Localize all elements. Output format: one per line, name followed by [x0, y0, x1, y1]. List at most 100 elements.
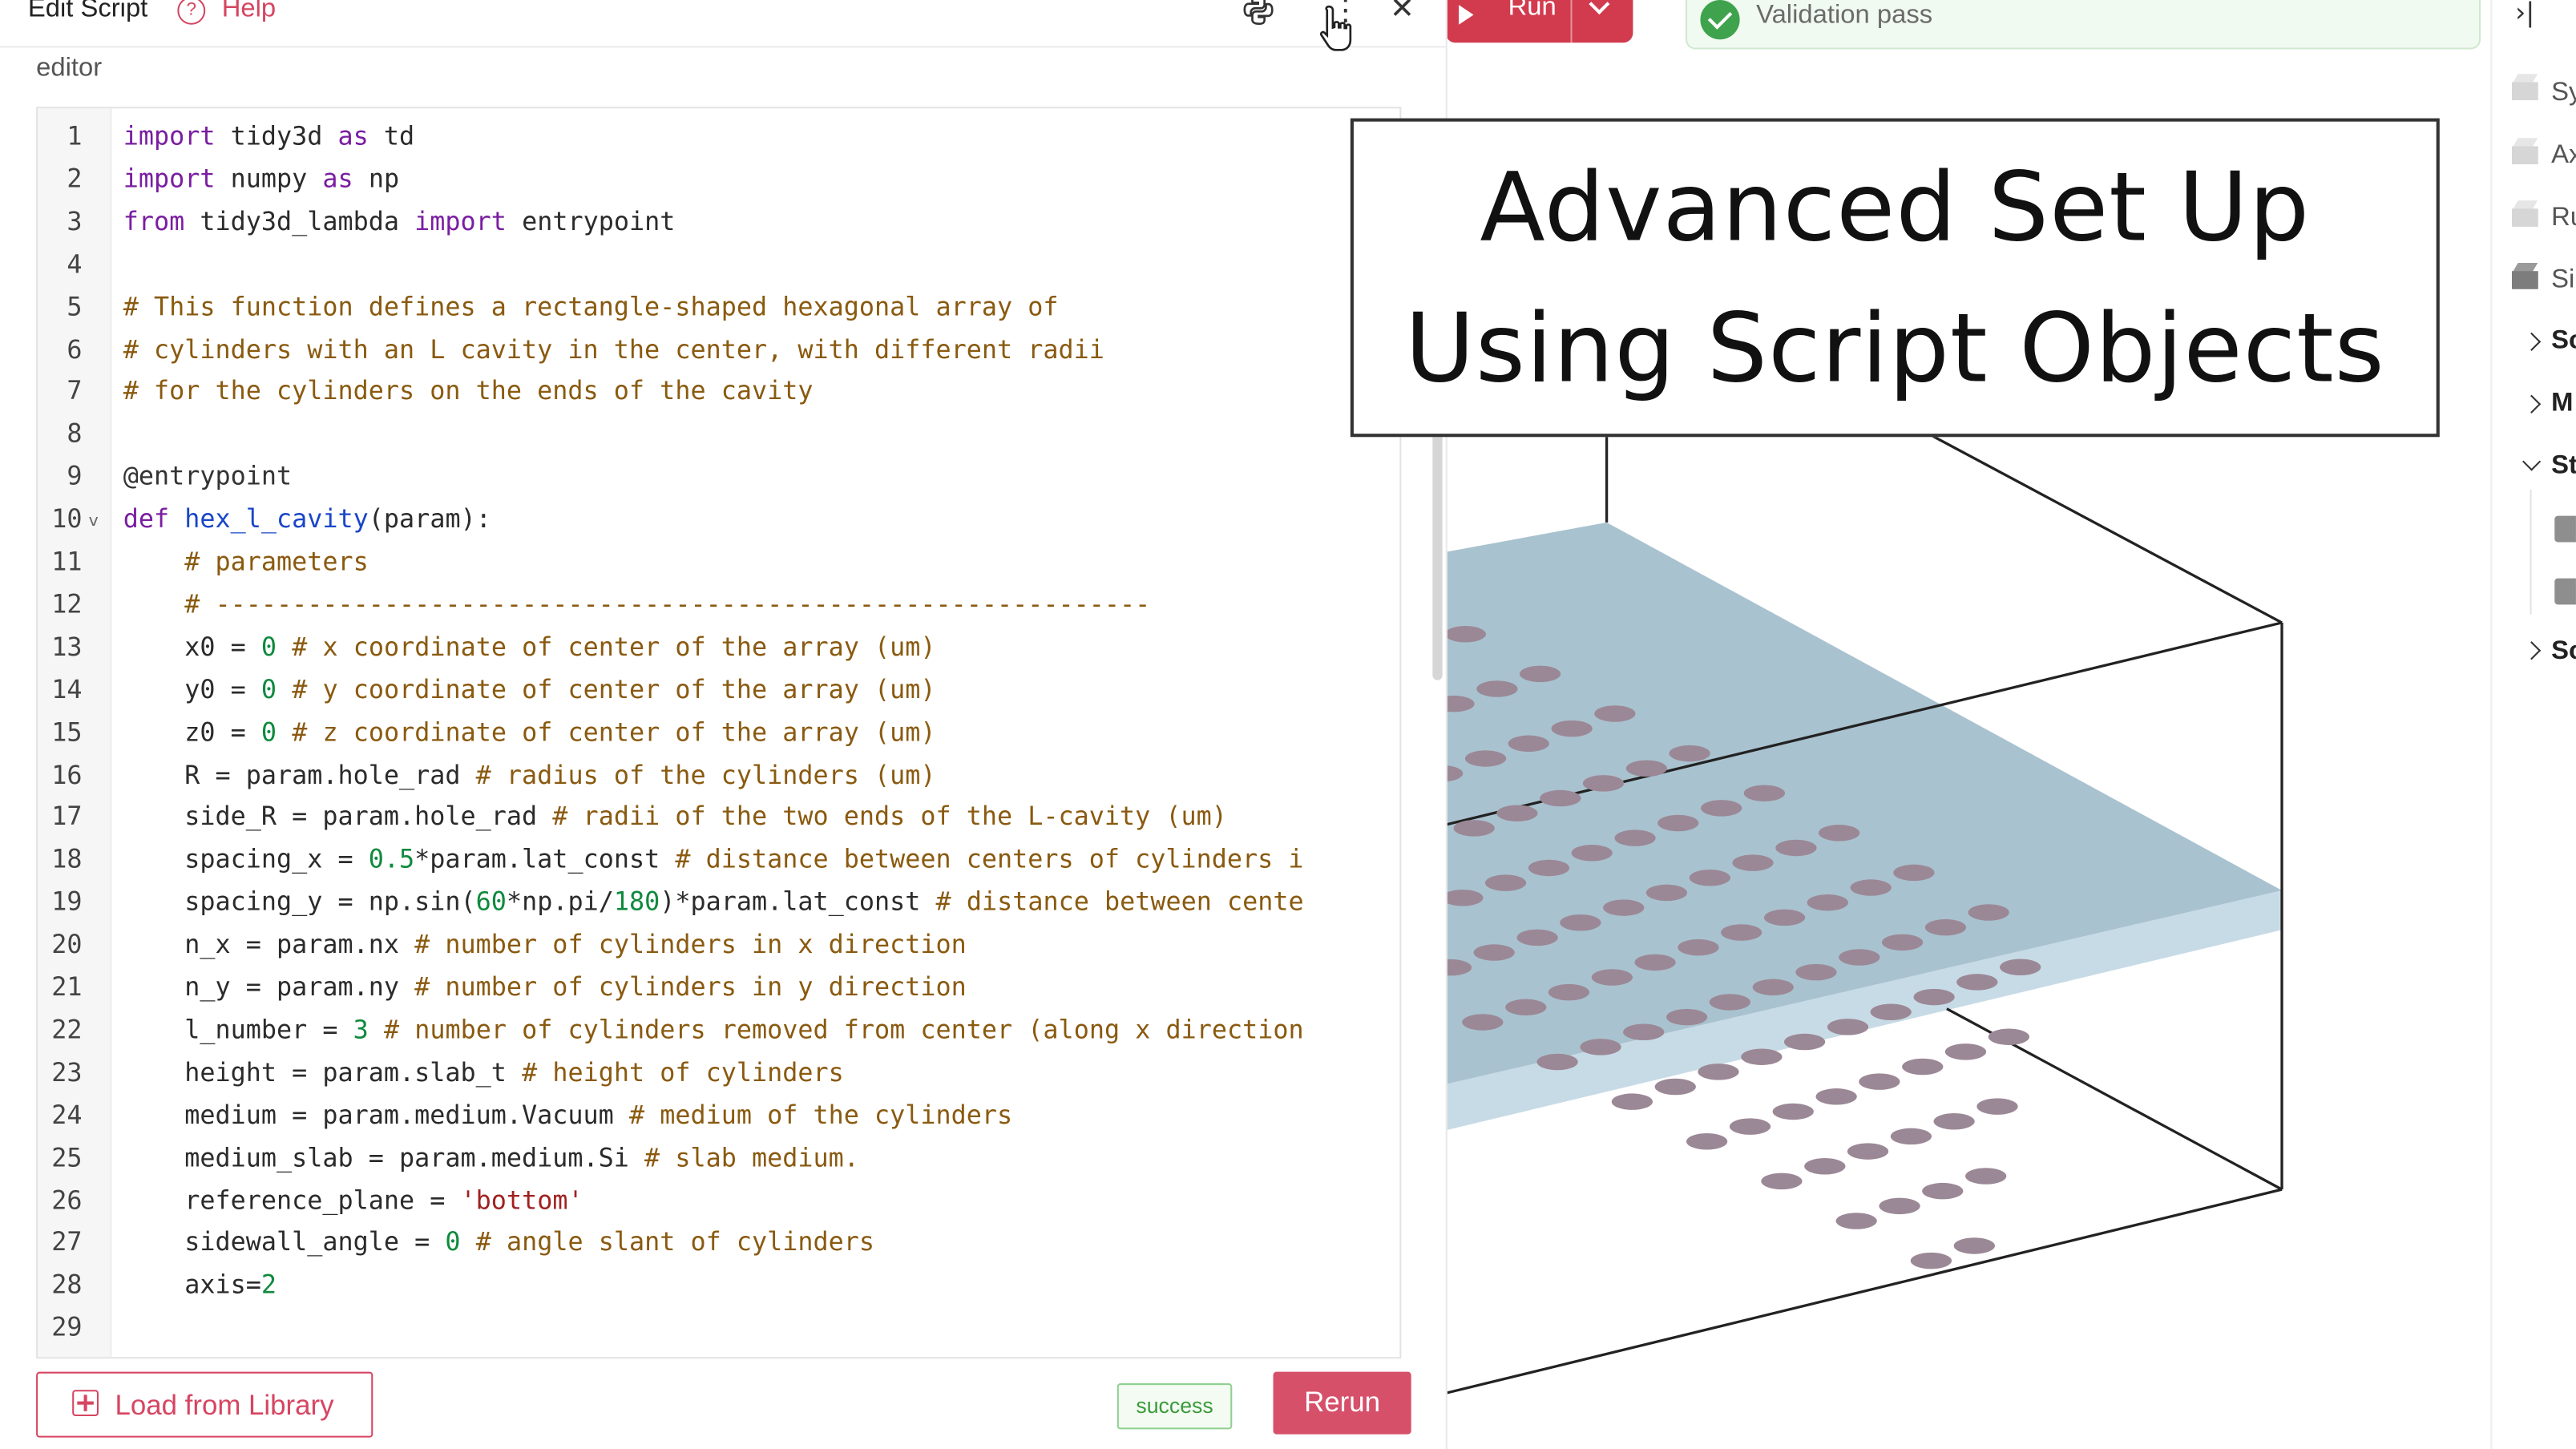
cylinder-hole [1571, 845, 1613, 862]
line-number: 20 [51, 930, 83, 960]
close-icon[interactable]: ✕ [1390, 0, 1415, 26]
code-line[interactable]: medium_slab = param.medium.Si # slab med… [123, 1136, 859, 1179]
code-line[interactable]: height = param.slab_t # height of cylind… [123, 1051, 844, 1094]
cylinder-hole [1881, 934, 1924, 951]
chevron-right-icon[interactable] [2521, 394, 2542, 414]
cylinder-hole [1953, 1237, 1995, 1254]
app-window: Run Validation pass ›| Sy Ax Ru Si Sc M … [0, 0, 2576, 1449]
rerun-button[interactable]: Rerun [1273, 1371, 1411, 1435]
tree-item-ru[interactable]: Ru [2551, 204, 2576, 233]
cube-icon[interactable] [2554, 578, 2576, 605]
code-line[interactable]: @entrypoint [123, 455, 292, 498]
code-line[interactable]: # for the cylinders on the ends of the c… [123, 370, 814, 413]
cylinder-hole [1807, 894, 1848, 911]
code-editor[interactable]: 1 2 3 4 5 6 7 8 9 10 v 11 12 13 14 15 16 17 18 19 20 21 22 23 24… [36, 107, 1402, 1359]
code-line[interactable]: z0 = 0 # z coordinate of center of the a… [123, 711, 935, 753]
cube-icon [2511, 74, 2538, 101]
code-token: *param.lat_const [414, 845, 676, 875]
code-token: # radius of the cylinders (um) [475, 760, 936, 789]
fold-chevron-icon[interactable]: v [89, 513, 99, 531]
collapse-panel-icon[interactable]: ›| [2515, 0, 2534, 28]
line-number: 22 [51, 1015, 83, 1045]
code-line[interactable]: from tidy3d_lambda import entrypoint [123, 200, 676, 243]
cylinder-hole [1508, 735, 1549, 753]
editor-scrollbar[interactable] [1432, 430, 1443, 680]
code-line[interactable]: l_number = 3 # number of cylinders remov… [123, 1008, 1303, 1051]
cylinder-hole [1519, 665, 1561, 683]
code-token: x0 = [123, 632, 261, 662]
code-token: # cylinders with an L cavity in the cent… [123, 334, 1104, 365]
cylinder-hole [1462, 1014, 1504, 1031]
code-line[interactable]: def hex_l_cavity(param): [123, 498, 491, 540]
cylinder-hole [1686, 1133, 1728, 1150]
code-line[interactable]: medium = param.medium.Vacuum # medium of… [123, 1094, 1012, 1136]
code-line[interactable]: x0 = 0 # x coordinate of center of the a… [123, 626, 935, 668]
load-from-library-button[interactable]: Load from Library [36, 1371, 373, 1438]
code-line[interactable]: # cylinders with an L cavity in the cent… [123, 328, 1104, 370]
cylinder-hole [1729, 1118, 1771, 1135]
question-circle-icon[interactable]: ? [177, 0, 206, 25]
code-line[interactable]: spacing_x = 0.5*param.lat_const # distan… [123, 838, 1303, 881]
tree-group-st[interactable]: St [2551, 452, 2576, 482]
code-token: import [414, 206, 507, 236]
code-line[interactable]: sidewall_angle = 0 # angle slant of cyli… [123, 1221, 874, 1264]
run-button-label[interactable]: Run [1508, 0, 1557, 23]
code-line[interactable]: side_R = param.hole_rad # radii of the t… [123, 796, 1227, 838]
code-line[interactable]: # --------------------------------------… [123, 583, 1151, 625]
code-line[interactable]: spacing_y = np.sin(60*np.pi/180)*param.l… [123, 881, 1303, 923]
code-token: # parameters [184, 547, 369, 577]
cube-icon [2511, 138, 2538, 164]
tree-group-sc[interactable]: Sc [2551, 327, 2576, 357]
tree-item-ax[interactable]: Ax [2551, 141, 2576, 171]
tree-group-sc-2[interactable]: Sc [2551, 637, 2576, 667]
tree-item-sy[interactable]: Sy [2551, 79, 2576, 108]
code-token: # for the cylinders on the ends of the c… [123, 377, 814, 407]
run-button-group[interactable]: Run [1445, 0, 1635, 43]
chevron-down-icon[interactable] [2521, 452, 2542, 471]
chevron-right-icon[interactable] [2521, 332, 2542, 351]
code-token: @entrypoint [123, 462, 293, 492]
code-line[interactable]: axis=2 [123, 1264, 277, 1306]
code-line[interactable]: import numpy as np [123, 158, 399, 200]
cylinder-hole [1893, 864, 1935, 882]
line-number: 3 [67, 206, 83, 236]
code-token: hex_l_cavity [184, 504, 369, 535]
help-link[interactable]: Help [222, 0, 276, 25]
code-token: # radii of the two ends of the L-cavity … [552, 802, 1227, 833]
code-line[interactable]: n_y = param.ny # number of cylinders in … [123, 966, 967, 1008]
cube-icon[interactable] [2554, 515, 2576, 543]
code-token: # slab medium. [644, 1142, 859, 1173]
line-number: 26 [51, 1185, 83, 1215]
cylinder-hole [1922, 1182, 1964, 1200]
code-line[interactable]: # parameters [123, 540, 369, 583]
code-line[interactable]: n_x = param.nx # number of cylinders in … [123, 923, 967, 966]
cylinder-hole [1859, 1073, 1900, 1090]
code-line[interactable]: y0 = 0 # y coordinate of center of the a… [123, 668, 935, 711]
code-token: td [368, 121, 415, 151]
code-line[interactable]: # This function defines a rectangle-shap… [123, 285, 1059, 328]
cylinder-hole [1783, 1033, 1826, 1051]
cylinder-hole [1743, 785, 1785, 801]
cylinder-hole [1698, 1064, 1739, 1080]
run-dropdown-button[interactable] [1570, 0, 1635, 43]
code-token: z0 = [123, 716, 261, 747]
cylinder-hole [1603, 899, 1645, 916]
code-token: 60 [475, 887, 507, 918]
cylinder-hole [1496, 805, 1538, 821]
code-token: np [353, 163, 400, 194]
tree-item-si[interactable]: Si [2551, 266, 2574, 296]
code-line[interactable]: R = param.hole_rad # radius of the cylin… [123, 753, 936, 796]
code-token: y0 = [123, 674, 261, 704]
tree-group-m[interactable]: M [2551, 389, 2573, 419]
code-line[interactable]: reference_plane = 'bottom' [123, 1179, 583, 1221]
python-icon[interactable] [1242, 0, 1275, 26]
line-number: 2 [67, 163, 83, 194]
status-badge: success [1116, 1383, 1233, 1430]
line-number: 18 [51, 845, 83, 875]
code-line[interactable]: import tidy3d as td [123, 115, 414, 157]
code-token: # --------------------------------------… [184, 589, 1151, 620]
code-token: height = param.slab_t [123, 1057, 523, 1088]
cylinder-hole [1732, 854, 1774, 871]
chevron-right-icon[interactable] [2521, 641, 2542, 660]
cylinder-hole [1453, 820, 1495, 837]
